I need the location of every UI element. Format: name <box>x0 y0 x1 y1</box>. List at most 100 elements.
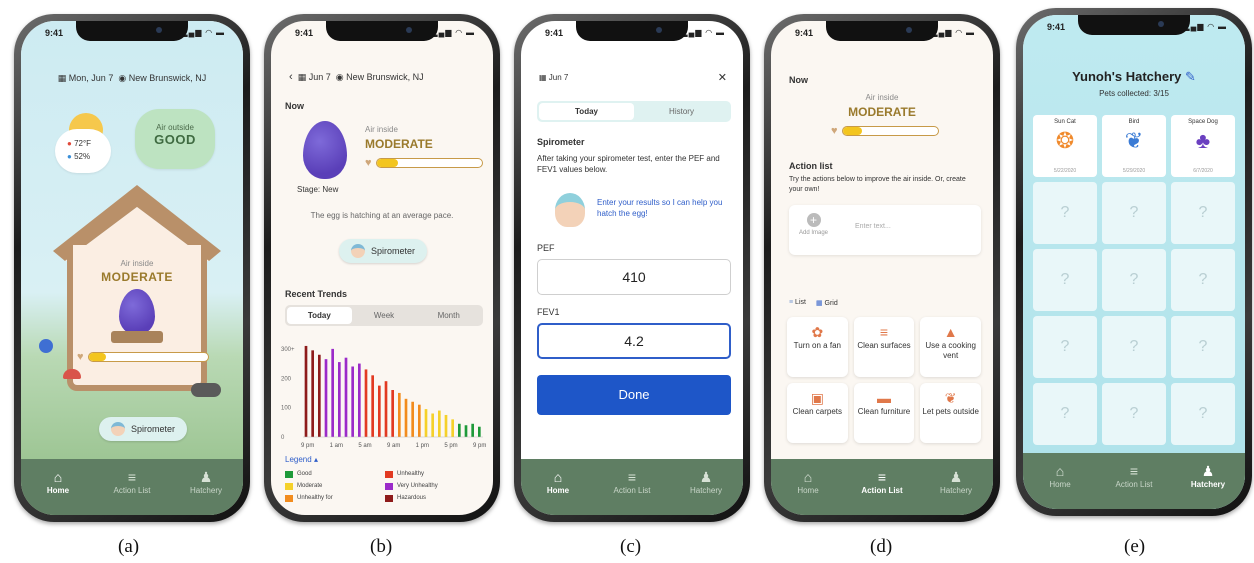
close-icon[interactable]: ✕ <box>718 71 727 84</box>
tab-home[interactable]: ⌂ Home <box>521 459 595 515</box>
caret-up-icon: ▴ <box>313 455 318 464</box>
date-text: Mon, Jun 7 <box>68 73 114 83</box>
date-location-row: ▦ Mon, Jun 7 ◉ New Brunswick, NJ <box>21 73 243 84</box>
rock-icon <box>191 383 221 397</box>
trend-bar <box>378 385 381 437</box>
pet-icon: ❂ <box>1055 128 1075 153</box>
locked-pet-slot[interactable]: ? <box>1171 383 1235 445</box>
done-button[interactable]: Done <box>537 375 731 415</box>
tab-month[interactable]: Month <box>416 307 481 324</box>
list-view-toggle[interactable]: ≡ List <box>789 299 806 307</box>
action-icon: ▣ <box>810 390 824 406</box>
locked-pet-slot[interactable]: ? <box>1033 383 1097 445</box>
trend-bar <box>364 369 368 437</box>
locked-pet-slot[interactable]: ? <box>1102 182 1166 244</box>
locked-pet-slot[interactable]: ? <box>1102 316 1166 378</box>
tab-action-list[interactable]: ≡ Action List <box>845 459 919 515</box>
tab-hatchery[interactable]: ♟ Hatchery <box>169 459 243 515</box>
locked-pet-slot[interactable]: ? <box>1033 249 1097 311</box>
air-inside-label: Air inside <box>365 125 398 134</box>
locked-pet-slot[interactable]: ? <box>1171 182 1235 244</box>
tab-action-list-label: Action List <box>113 486 151 495</box>
tab-home[interactable]: ⌂ Home <box>771 459 845 515</box>
tab-bar: ⌂ Home ≡ Action List ♟ Hatchery <box>771 459 993 515</box>
action-icon: ❦ <box>944 390 957 406</box>
hatch-pace-text: The egg is hatching at an average pace. <box>310 211 454 220</box>
locked-pet-slot[interactable]: ? <box>1102 383 1166 445</box>
date-text: Jun 7 <box>308 72 331 82</box>
location-text: New Brunswick, NJ <box>346 72 424 82</box>
locked-pet-slot[interactable]: ? <box>1171 316 1235 378</box>
trend-bar <box>478 426 481 437</box>
tab-hatchery[interactable]: ♟ Hatchery <box>669 459 743 515</box>
spirometer-button[interactable]: Spirometer <box>339 239 428 263</box>
pet-card[interactable]: Sun Cat ❂ 5/22/2020 <box>1033 115 1097 177</box>
back-chevron-icon[interactable]: ‹ <box>289 71 293 83</box>
tab-today[interactable]: Today <box>539 103 634 120</box>
action-card[interactable]: ❦ Let pets outside <box>920 383 981 443</box>
tab-action-list[interactable]: ≡ Action List <box>1097 453 1171 509</box>
list-icon: ≡ <box>1129 463 1139 479</box>
grid-view-toggle[interactable]: ▦ Grid <box>816 299 838 307</box>
locked-pet-slot[interactable]: ? <box>1102 249 1166 311</box>
air-meter <box>375 158 483 168</box>
egg[interactable] <box>303 121 347 179</box>
hatchery-screen: 9:41 ▂▄▆ ◠ ▬ Yunoh's Hatchery ✎ Pets col… <box>1023 15 1245 509</box>
tab-home[interactable]: ⌂ Home <box>21 459 95 515</box>
home-screen: 9:41 ▂▄▆ ◠ ▬ ▦ Mon, Jun 7 ◉ New Brunswic… <box>21 21 243 515</box>
tab-action-list[interactable]: ≡ Action List <box>95 459 169 515</box>
edit-pencil-icon[interactable]: ✎ <box>1185 69 1196 84</box>
tab-hatchery[interactable]: ♟ Hatchery <box>1171 453 1245 509</box>
action-text-input[interactable]: Enter text... <box>855 223 891 230</box>
heart-icon: ♥ <box>831 125 838 137</box>
list-view-label: List <box>795 299 806 306</box>
pet-date: 5/29/2020 <box>1122 168 1146 174</box>
tab-week[interactable]: Week <box>352 307 417 324</box>
tab-home-label: Home <box>1049 480 1071 489</box>
legend-toggle[interactable]: Legend ▴ <box>285 455 318 464</box>
tab-action-list[interactable]: ≡ Action List <box>595 459 669 515</box>
trend-bar <box>418 404 421 437</box>
air-inside-panel: Air inside MODERATE <box>49 259 225 284</box>
pet-card[interactable]: Bird ❦ 5/29/2020 <box>1102 115 1166 177</box>
now-heading: Now <box>285 101 304 111</box>
trend-bar <box>344 357 348 437</box>
locked-pet-slot[interactable]: ? <box>1033 316 1097 378</box>
tab-action-list-label: Action List <box>861 486 903 495</box>
action-card[interactable]: ✿ Turn on a fan <box>787 317 848 377</box>
legend-swatch <box>385 470 393 478</box>
tab-hatchery[interactable]: ♟ Hatchery <box>919 459 993 515</box>
weather-cloud: ● 72°F ● 52% <box>55 129 111 173</box>
legend-label: Unhealthy for <box>297 495 333 501</box>
tab-today[interactable]: Today <box>287 307 352 324</box>
fev1-input[interactable]: 4.2 <box>537 323 731 359</box>
pet-card[interactable]: Space Dog ♣ 6/7/2020 <box>1171 115 1235 177</box>
spirometer-button[interactable]: Spirometer <box>99 417 188 441</box>
tab-history[interactable]: History <box>634 103 729 120</box>
locked-pet-slot[interactable]: ? <box>1033 182 1097 244</box>
humidity-text: 52% <box>74 152 91 161</box>
air-meter-fill <box>376 159 398 167</box>
x-tick-label: 9 pm <box>301 443 314 449</box>
status-time: 9:41 <box>295 28 314 38</box>
action-card[interactable]: ≡ Clean surfaces <box>853 317 915 377</box>
pet-icon: ❦ <box>1124 128 1144 153</box>
tab-home-label: Home <box>797 486 819 495</box>
locked-pet-slot[interactable]: ? <box>1171 249 1235 311</box>
action-card[interactable]: ▣ Clean carpets <box>787 383 848 443</box>
action-card[interactable]: ▲ Use a cooking vent <box>920 317 981 377</box>
now-heading: Now <box>789 75 808 85</box>
phone-home: 9:41 ▂▄▆ ◠ ▬ ▦ Mon, Jun 7 ◉ New Brunswic… <box>14 14 250 522</box>
nest <box>111 331 163 343</box>
pef-input[interactable]: 410 <box>537 259 731 295</box>
caption-c: (c) <box>620 536 642 557</box>
action-card[interactable]: ▬ Clean furniture <box>853 383 915 443</box>
spirometer-label: Spirometer <box>371 246 416 256</box>
action-list-title: Action list <box>789 161 833 171</box>
add-image-button[interactable]: + Add Image <box>799 213 828 236</box>
tab-hatchery-label: Hatchery <box>689 486 722 495</box>
tab-home[interactable]: ⌂ Home <box>1023 453 1097 509</box>
tab-bar: ⌂ Home ≡ Action List ♟ Hatchery <box>21 459 243 515</box>
egg[interactable] <box>119 289 155 335</box>
header-row: ‹ ▦ Jun 7 ◉ New Brunswick, NJ <box>289 71 483 83</box>
